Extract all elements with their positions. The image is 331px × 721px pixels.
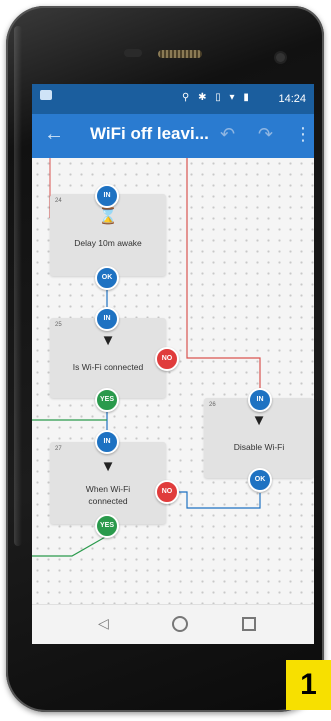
android-nav-bar: ◁ <box>32 604 314 644</box>
arrow-left-icon[interactable]: ← <box>44 124 64 144</box>
nav-recents-icon[interactable] <box>242 617 256 631</box>
more-vert-icon[interactable]: ⋮ <box>294 124 312 145</box>
undo-icon[interactable]: ↶ <box>220 124 235 145</box>
block-number: 24 <box>55 198 62 204</box>
page-marker: 1 <box>286 660 331 710</box>
block-label-line2: connected <box>88 496 128 506</box>
phone-edge-highlight <box>14 26 22 546</box>
block-number: 27 <box>55 446 62 452</box>
block-label: Delay 10m awake <box>74 238 142 248</box>
status-bar: ⚲ ✱ ▯ ▾ ▮ 14:24 <box>32 84 314 114</box>
port-in[interactable]: IN <box>95 184 119 208</box>
port-in[interactable]: IN <box>95 430 119 454</box>
wifi-icon: ▼ <box>100 332 116 349</box>
block-label: Is Wi-Fi connected <box>72 362 144 372</box>
proximity-sensor <box>124 49 142 57</box>
flow-block-when-wifi-connected[interactable]: 27 ▼ When Wi-Fi connected <box>50 442 166 524</box>
app-toolbar: ← WiFi off leavi... ↶ ↷ ⋮ <box>32 114 314 158</box>
port-in[interactable]: IN <box>95 307 119 331</box>
app-notification-icon <box>40 90 52 100</box>
flow-canvas[interactable]: 24 ⌛ Delay 10m awake IN OK 25 ▼ Is Wi-Fi… <box>32 158 314 644</box>
status-time: 14:24 <box>278 93 306 105</box>
port-no[interactable]: NO <box>155 347 179 371</box>
block-label-line1: When Wi-Fi <box>85 484 131 494</box>
block-label: Disable Wi-Fi <box>233 442 285 452</box>
phone-screen: ⚲ ✱ ▯ ▾ ▮ 14:24 ← WiFi off leavi... ↶ ↷ … <box>32 84 314 644</box>
wifi-icon: ▼ <box>251 412 267 429</box>
block-number: 25 <box>55 322 62 328</box>
hourglass-icon: ⌛ <box>98 208 118 225</box>
port-no[interactable]: NO <box>155 480 179 504</box>
nav-home-icon[interactable] <box>172 616 188 632</box>
nav-back-icon[interactable]: ◁ <box>98 615 109 632</box>
wifi-icon: ▼ <box>100 458 116 475</box>
port-ok[interactable]: OK <box>95 266 119 290</box>
port-ok[interactable]: OK <box>248 468 272 492</box>
port-in[interactable]: IN <box>248 388 272 412</box>
front-camera <box>276 53 285 62</box>
port-yes[interactable]: YES <box>95 514 119 538</box>
earpiece-speaker <box>158 50 202 58</box>
block-number: 26 <box>209 402 216 408</box>
port-yes[interactable]: YES <box>95 388 119 412</box>
status-icons: ⚲ ✱ ▯ ▾ ▮ <box>182 92 252 103</box>
page-title: WiFi off leavi... <box>90 124 209 143</box>
redo-icon[interactable]: ↷ <box>258 124 273 145</box>
